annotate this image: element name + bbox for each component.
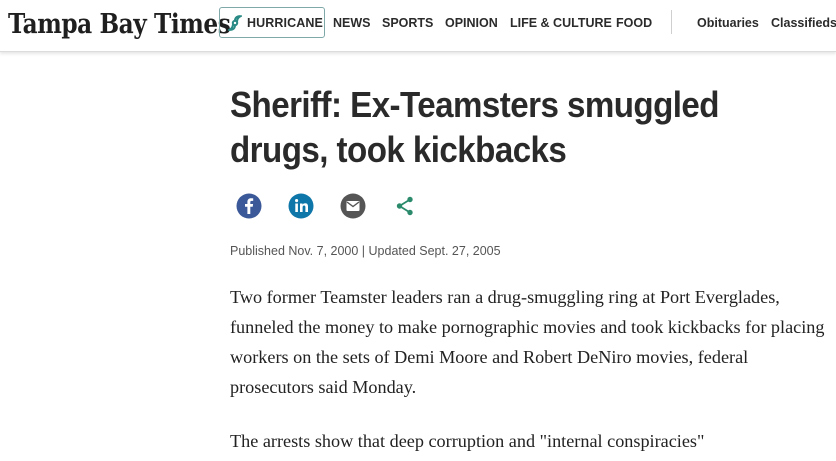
site-logo[interactable]: Tampa Bay Times	[8, 8, 231, 42]
nav-life-culture[interactable]: LIFE & CULTURE	[510, 15, 612, 31]
site-header: Tampa Bay Times HURRICANE NEWS SPORTS OP…	[0, 0, 836, 52]
nav-sports[interactable]: SPORTS	[382, 15, 433, 31]
hurricane-icon	[228, 14, 242, 31]
facebook-icon[interactable]	[235, 192, 263, 220]
nav-classifieds[interactable]: Classifieds	[771, 15, 836, 31]
nav-obituaries[interactable]: Obituaries	[697, 15, 759, 31]
article-headline: Sheriff: Ex-Teamsters smuggled drugs, to…	[230, 84, 720, 170]
nav-news[interactable]: NEWS	[333, 15, 371, 31]
nav-food[interactable]: FOOD	[616, 15, 652, 31]
hurricane-button[interactable]: HURRICANE	[219, 7, 325, 38]
article-paragraph: The arrests show that deep corruption an…	[230, 431, 705, 451]
hurricane-label: HURRICANE	[247, 15, 323, 30]
linkedin-icon[interactable]	[287, 192, 315, 220]
article-paragraph: Two former Teamster leaders ran a drug-s…	[230, 287, 825, 397]
email-icon[interactable]	[339, 192, 367, 220]
article-dateline: Published Nov. 7, 2000 | Updated Sept. 2…	[230, 244, 501, 258]
nav-divider	[671, 10, 672, 34]
nav-opinion[interactable]: OPINION	[445, 15, 498, 31]
share-icon[interactable]	[391, 192, 419, 220]
